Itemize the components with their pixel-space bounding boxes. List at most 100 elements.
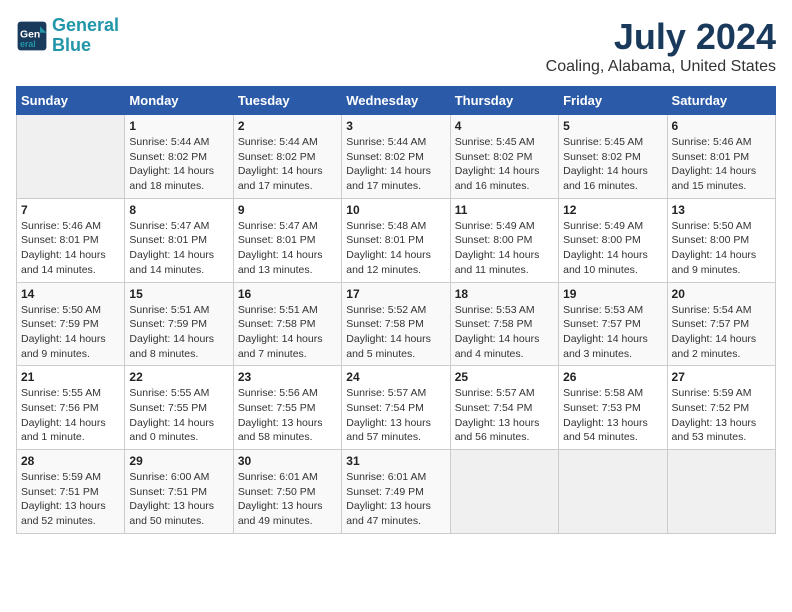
day-number: 16 xyxy=(238,287,337,301)
day-number: 14 xyxy=(21,287,120,301)
calendar-week-5: 28 Sunrise: 5:59 AMSunset: 7:51 PMDayligh… xyxy=(17,450,776,534)
day-info: Sunrise: 5:50 AMSunset: 7:59 PMDaylight:… xyxy=(21,303,120,362)
day-number: 11 xyxy=(455,203,554,217)
day-number: 10 xyxy=(346,203,445,217)
day-info: Sunrise: 5:44 AMSunset: 8:02 PMDaylight:… xyxy=(238,135,337,194)
day-number: 9 xyxy=(238,203,337,217)
day-info: Sunrise: 5:56 AMSunset: 7:55 PMDaylight:… xyxy=(238,386,337,445)
day-info: Sunrise: 5:46 AMSunset: 8:01 PMDaylight:… xyxy=(672,135,771,194)
calendar-cell: 14 Sunrise: 5:50 AMSunset: 7:59 PMDayligh… xyxy=(17,282,125,366)
day-number: 30 xyxy=(238,454,337,468)
calendar-table: SundayMondayTuesdayWednesdayThursdayFrid… xyxy=(16,86,776,534)
calendar-cell: 9 Sunrise: 5:47 AMSunset: 8:01 PMDaylight… xyxy=(233,198,341,282)
page-header: Gen eral General Blue July 2024 Coaling,… xyxy=(16,16,776,76)
title-block: July 2024 Coaling, Alabama, United State… xyxy=(546,16,776,76)
day-number: 2 xyxy=(238,119,337,133)
day-info: Sunrise: 6:01 AMSunset: 7:49 PMDaylight:… xyxy=(346,470,445,529)
calendar-cell: 3 Sunrise: 5:44 AMSunset: 8:02 PMDaylight… xyxy=(342,115,450,199)
calendar-cell: 2 Sunrise: 5:44 AMSunset: 8:02 PMDaylight… xyxy=(233,115,341,199)
calendar-cell: 28 Sunrise: 5:59 AMSunset: 7:51 PMDayligh… xyxy=(17,450,125,534)
day-info: Sunrise: 5:50 AMSunset: 8:00 PMDaylight:… xyxy=(672,219,771,278)
day-info: Sunrise: 5:44 AMSunset: 8:02 PMDaylight:… xyxy=(346,135,445,194)
logo-text: General Blue xyxy=(52,16,119,56)
header-day-friday: Friday xyxy=(559,87,667,115)
day-number: 19 xyxy=(563,287,662,301)
day-number: 18 xyxy=(455,287,554,301)
day-number: 3 xyxy=(346,119,445,133)
day-number: 13 xyxy=(672,203,771,217)
day-number: 5 xyxy=(563,119,662,133)
calendar-cell: 31Sunrise: 6:01 AMSunset: 7:49 PMDayligh… xyxy=(342,450,450,534)
header-day-sunday: Sunday xyxy=(17,87,125,115)
day-info: Sunrise: 5:45 AMSunset: 8:02 PMDaylight:… xyxy=(455,135,554,194)
day-number: 21 xyxy=(21,370,120,384)
day-info: Sunrise: 5:55 AMSunset: 7:55 PMDaylight:… xyxy=(129,386,228,445)
calendar-cell: 30 Sunrise: 6:01 AMSunset: 7:50 PMDayligh… xyxy=(233,450,341,534)
calendar-cell: 12 Sunrise: 5:49 AMSunset: 8:00 PMDayligh… xyxy=(559,198,667,282)
logo: Gen eral General Blue xyxy=(16,16,119,56)
day-number: 28 xyxy=(21,454,120,468)
calendar-cell: 19 Sunrise: 5:53 AMSunset: 7:57 PMDayligh… xyxy=(559,282,667,366)
day-info: Sunrise: 5:53 AMSunset: 7:58 PMDaylight:… xyxy=(455,303,554,362)
header-day-wednesday: Wednesday xyxy=(342,87,450,115)
day-info: Sunrise: 5:52 AMSunset: 7:58 PMDaylight:… xyxy=(346,303,445,362)
calendar-cell: 16 Sunrise: 5:51 AMSunset: 7:58 PMDayligh… xyxy=(233,282,341,366)
header-day-monday: Monday xyxy=(125,87,233,115)
day-info: Sunrise: 5:57 AMSunset: 7:54 PMDaylight:… xyxy=(455,386,554,445)
calendar-week-3: 14 Sunrise: 5:50 AMSunset: 7:59 PMDayligh… xyxy=(17,282,776,366)
day-number: 24 xyxy=(346,370,445,384)
day-number: 4 xyxy=(455,119,554,133)
calendar-cell: 11Sunrise: 5:49 AMSunset: 8:00 PMDayligh… xyxy=(450,198,558,282)
day-number: 6 xyxy=(672,119,771,133)
day-info: Sunrise: 5:48 AMSunset: 8:01 PMDaylight:… xyxy=(346,219,445,278)
calendar-cell: 5 Sunrise: 5:45 AMSunset: 8:02 PMDaylight… xyxy=(559,115,667,199)
day-info: Sunrise: 5:45 AMSunset: 8:02 PMDaylight:… xyxy=(563,135,662,194)
header-day-saturday: Saturday xyxy=(667,87,775,115)
day-info: Sunrise: 5:55 AMSunset: 7:56 PMDaylight:… xyxy=(21,386,120,445)
day-number: 15 xyxy=(129,287,228,301)
calendar-cell: 25 Sunrise: 5:57 AMSunset: 7:54 PMDayligh… xyxy=(450,366,558,450)
day-number: 12 xyxy=(563,203,662,217)
calendar-cell: 21 Sunrise: 5:55 AMSunset: 7:56 PMDayligh… xyxy=(17,366,125,450)
calendar-cell: 23 Sunrise: 5:56 AMSunset: 7:55 PMDayligh… xyxy=(233,366,341,450)
calendar-cell: 22 Sunrise: 5:55 AMSunset: 7:55 PMDayligh… xyxy=(125,366,233,450)
calendar-cell: 29Sunrise: 6:00 AMSunset: 7:51 PMDayligh… xyxy=(125,450,233,534)
calendar-week-4: 21 Sunrise: 5:55 AMSunset: 7:56 PMDayligh… xyxy=(17,366,776,450)
day-info: Sunrise: 5:51 AMSunset: 7:58 PMDaylight:… xyxy=(238,303,337,362)
day-info: Sunrise: 5:57 AMSunset: 7:54 PMDaylight:… xyxy=(346,386,445,445)
calendar-cell: 20Sunrise: 5:54 AMSunset: 7:57 PMDayligh… xyxy=(667,282,775,366)
calendar-cell: 7Sunrise: 5:46 AMSunset: 8:01 PMDaylight… xyxy=(17,198,125,282)
header-day-thursday: Thursday xyxy=(450,87,558,115)
day-info: Sunrise: 5:53 AMSunset: 7:57 PMDaylight:… xyxy=(563,303,662,362)
day-info: Sunrise: 5:59 AMSunset: 7:51 PMDaylight:… xyxy=(21,470,120,529)
calendar-cell: 27 Sunrise: 5:59 AMSunset: 7:52 PMDayligh… xyxy=(667,366,775,450)
day-number: 22 xyxy=(129,370,228,384)
calendar-week-1: 1 Sunrise: 5:44 AMSunset: 8:02 PMDaylight… xyxy=(17,115,776,199)
calendar-cell: 24 Sunrise: 5:57 AMSunset: 7:54 PMDayligh… xyxy=(342,366,450,450)
day-info: Sunrise: 5:49 AMSunset: 8:00 PMDaylight:… xyxy=(563,219,662,278)
calendar-cell: 8 Sunrise: 5:47 AMSunset: 8:01 PMDaylight… xyxy=(125,198,233,282)
calendar-cell: 18 Sunrise: 5:53 AMSunset: 7:58 PMDayligh… xyxy=(450,282,558,366)
day-number: 8 xyxy=(129,203,228,217)
calendar-cell: 26Sunrise: 5:58 AMSunset: 7:53 PMDayligh… xyxy=(559,366,667,450)
day-info: Sunrise: 6:00 AMSunset: 7:51 PMDaylight:… xyxy=(129,470,228,529)
calendar-cell: 10 Sunrise: 5:48 AMSunset: 8:01 PMDayligh… xyxy=(342,198,450,282)
day-info: Sunrise: 5:47 AMSunset: 8:01 PMDaylight:… xyxy=(238,219,337,278)
subtitle: Coaling, Alabama, United States xyxy=(546,58,776,76)
day-number: 23 xyxy=(238,370,337,384)
calendar-cell xyxy=(17,115,125,199)
header-day-tuesday: Tuesday xyxy=(233,87,341,115)
day-info: Sunrise: 5:59 AMSunset: 7:52 PMDaylight:… xyxy=(672,386,771,445)
svg-text:eral: eral xyxy=(20,39,36,49)
day-info: Sunrise: 5:47 AMSunset: 8:01 PMDaylight:… xyxy=(129,219,228,278)
day-info: Sunrise: 5:51 AMSunset: 7:59 PMDaylight:… xyxy=(129,303,228,362)
day-info: Sunrise: 5:54 AMSunset: 7:57 PMDaylight:… xyxy=(672,303,771,362)
day-info: Sunrise: 5:58 AMSunset: 7:53 PMDaylight:… xyxy=(563,386,662,445)
day-number: 25 xyxy=(455,370,554,384)
day-number: 1 xyxy=(129,119,228,133)
day-number: 27 xyxy=(672,370,771,384)
day-info: Sunrise: 6:01 AMSunset: 7:50 PMDaylight:… xyxy=(238,470,337,529)
calendar-header-row: SundayMondayTuesdayWednesdayThursdayFrid… xyxy=(17,87,776,115)
calendar-cell xyxy=(667,450,775,534)
calendar-cell xyxy=(450,450,558,534)
